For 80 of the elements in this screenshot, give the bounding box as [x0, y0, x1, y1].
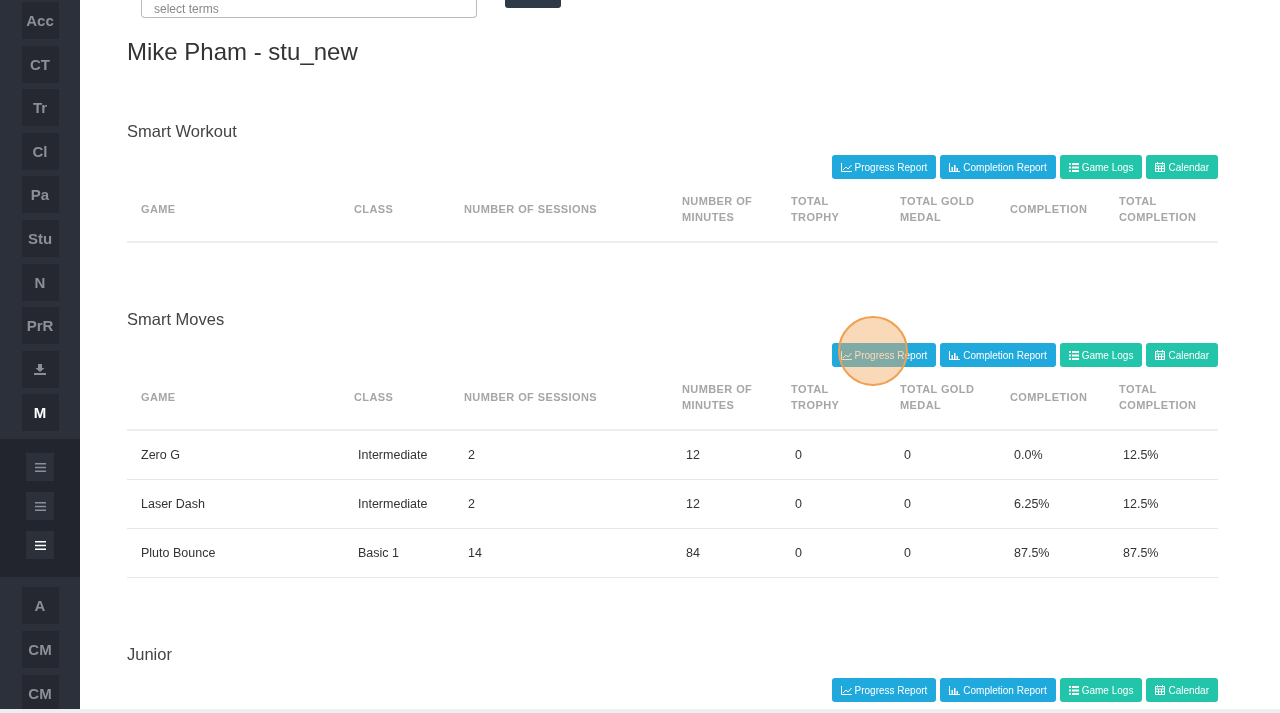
sidebar-item[interactable]: Tr [21, 89, 59, 127]
table-cell: Zero G [127, 430, 340, 480]
sidebar-item[interactable]: CT [21, 45, 59, 83]
report-button[interactable]: Progress Report [831, 678, 937, 702]
table-cell: Basic 1 [340, 528, 450, 578]
sidebar-item[interactable] [21, 350, 59, 388]
table-cell: 0 [886, 528, 996, 578]
report-button[interactable]: Completion Report [940, 155, 1056, 179]
sidebar-item[interactable]: Acc [21, 2, 59, 39]
table-cell: 12 [668, 479, 777, 529]
report-button[interactable]: Completion Report [940, 343, 1056, 367]
menu-icon [34, 501, 46, 511]
column-header: TOTAL TROPHY [777, 179, 886, 242]
column-header: NUMBER OF MINUTES [668, 367, 777, 430]
column-header: NUMBER OF MINUTES [668, 179, 777, 242]
sidebar-item[interactable]: M [21, 394, 59, 432]
report-button[interactable]: Progress Report [831, 155, 937, 179]
page-title: Mike Pham - stu_new [127, 38, 359, 66]
list-icon [1068, 685, 1079, 695]
column-header: TOTAL COMPLETION [1105, 179, 1218, 242]
table-cell: 0 [777, 528, 886, 578]
sidebar-item[interactable]: A [21, 587, 59, 625]
sidebar-item[interactable]: CM [21, 674, 59, 709]
line-chart-icon [840, 350, 852, 360]
table-cell: 84 [668, 528, 777, 578]
table-cell: Pluto Bounce [127, 528, 340, 578]
list-icon [1068, 350, 1079, 360]
bar-chart-icon [949, 350, 961, 360]
list-icon [1068, 162, 1079, 172]
column-header: TOTAL TROPHY [777, 367, 886, 430]
table-cell: 87.5% [996, 528, 1105, 578]
line-chart-icon [840, 162, 852, 172]
table-cell: 12.5% [1105, 430, 1218, 480]
table-cell: 2 [450, 479, 668, 529]
table-cell: 0 [777, 430, 886, 480]
menu-icon [34, 462, 46, 472]
column-header: CLASS [340, 367, 450, 430]
section-title: Junior [127, 644, 173, 664]
column-header: TOTAL COMPLETION [1105, 367, 1218, 430]
column-header: TOTAL GOLD MEDAL [886, 179, 996, 242]
sidebar-item[interactable]: Pa [21, 176, 59, 214]
section-title: Smart Workout [127, 121, 238, 141]
table-cell: 6.25% [996, 479, 1105, 529]
column-header: COMPLETION [996, 367, 1105, 430]
line-chart-icon [840, 685, 852, 695]
sidebar-item[interactable]: PrR [21, 307, 59, 345]
table-cell: Intermediate [340, 430, 450, 480]
column-header: GAME [127, 367, 340, 430]
sidebar-item[interactable]: Stu [21, 219, 59, 257]
table-cell: 2 [450, 430, 668, 480]
calendar-icon [1155, 350, 1166, 360]
calendar-icon [1155, 685, 1166, 695]
column-header: TOTAL GOLD MEDAL [886, 367, 996, 430]
table-cell: 12 [668, 430, 777, 480]
calendar-icon [1155, 162, 1166, 172]
table-cell: 14 [450, 528, 668, 578]
table-cell: 0.0% [996, 430, 1105, 480]
download-icon [34, 363, 46, 375]
column-header: NUMBER OF SESSIONS [450, 367, 668, 430]
table-cell: 87.5% [1105, 528, 1218, 578]
table-cell: 12.5% [1105, 479, 1218, 529]
table-cell: Intermediate [340, 479, 450, 529]
sidebar-item[interactable]: CM [21, 630, 59, 668]
section-title: Smart Moves [127, 309, 226, 329]
report-button[interactable]: Completion Report [940, 678, 1056, 702]
column-header: COMPLETION [996, 179, 1105, 242]
table-cell: 0 [886, 430, 996, 480]
sidebar-item[interactable]: Cl [21, 132, 59, 170]
bar-chart-icon [949, 685, 961, 695]
bar-chart-icon [949, 162, 961, 172]
terms-select-field[interactable]: select terms [141, 0, 477, 18]
column-header: NUMBER OF SESSIONS [450, 179, 668, 242]
menu-icon [34, 540, 46, 550]
sidebar-item[interactable]: N [21, 263, 59, 301]
column-header: GAME [127, 179, 340, 242]
menu-button[interactable] [26, 531, 54, 560]
column-header: CLASS [340, 179, 450, 242]
table-cell: Laser Dash [127, 479, 340, 529]
table-cell: 0 [777, 479, 886, 529]
table-cell: 0 [886, 479, 996, 529]
